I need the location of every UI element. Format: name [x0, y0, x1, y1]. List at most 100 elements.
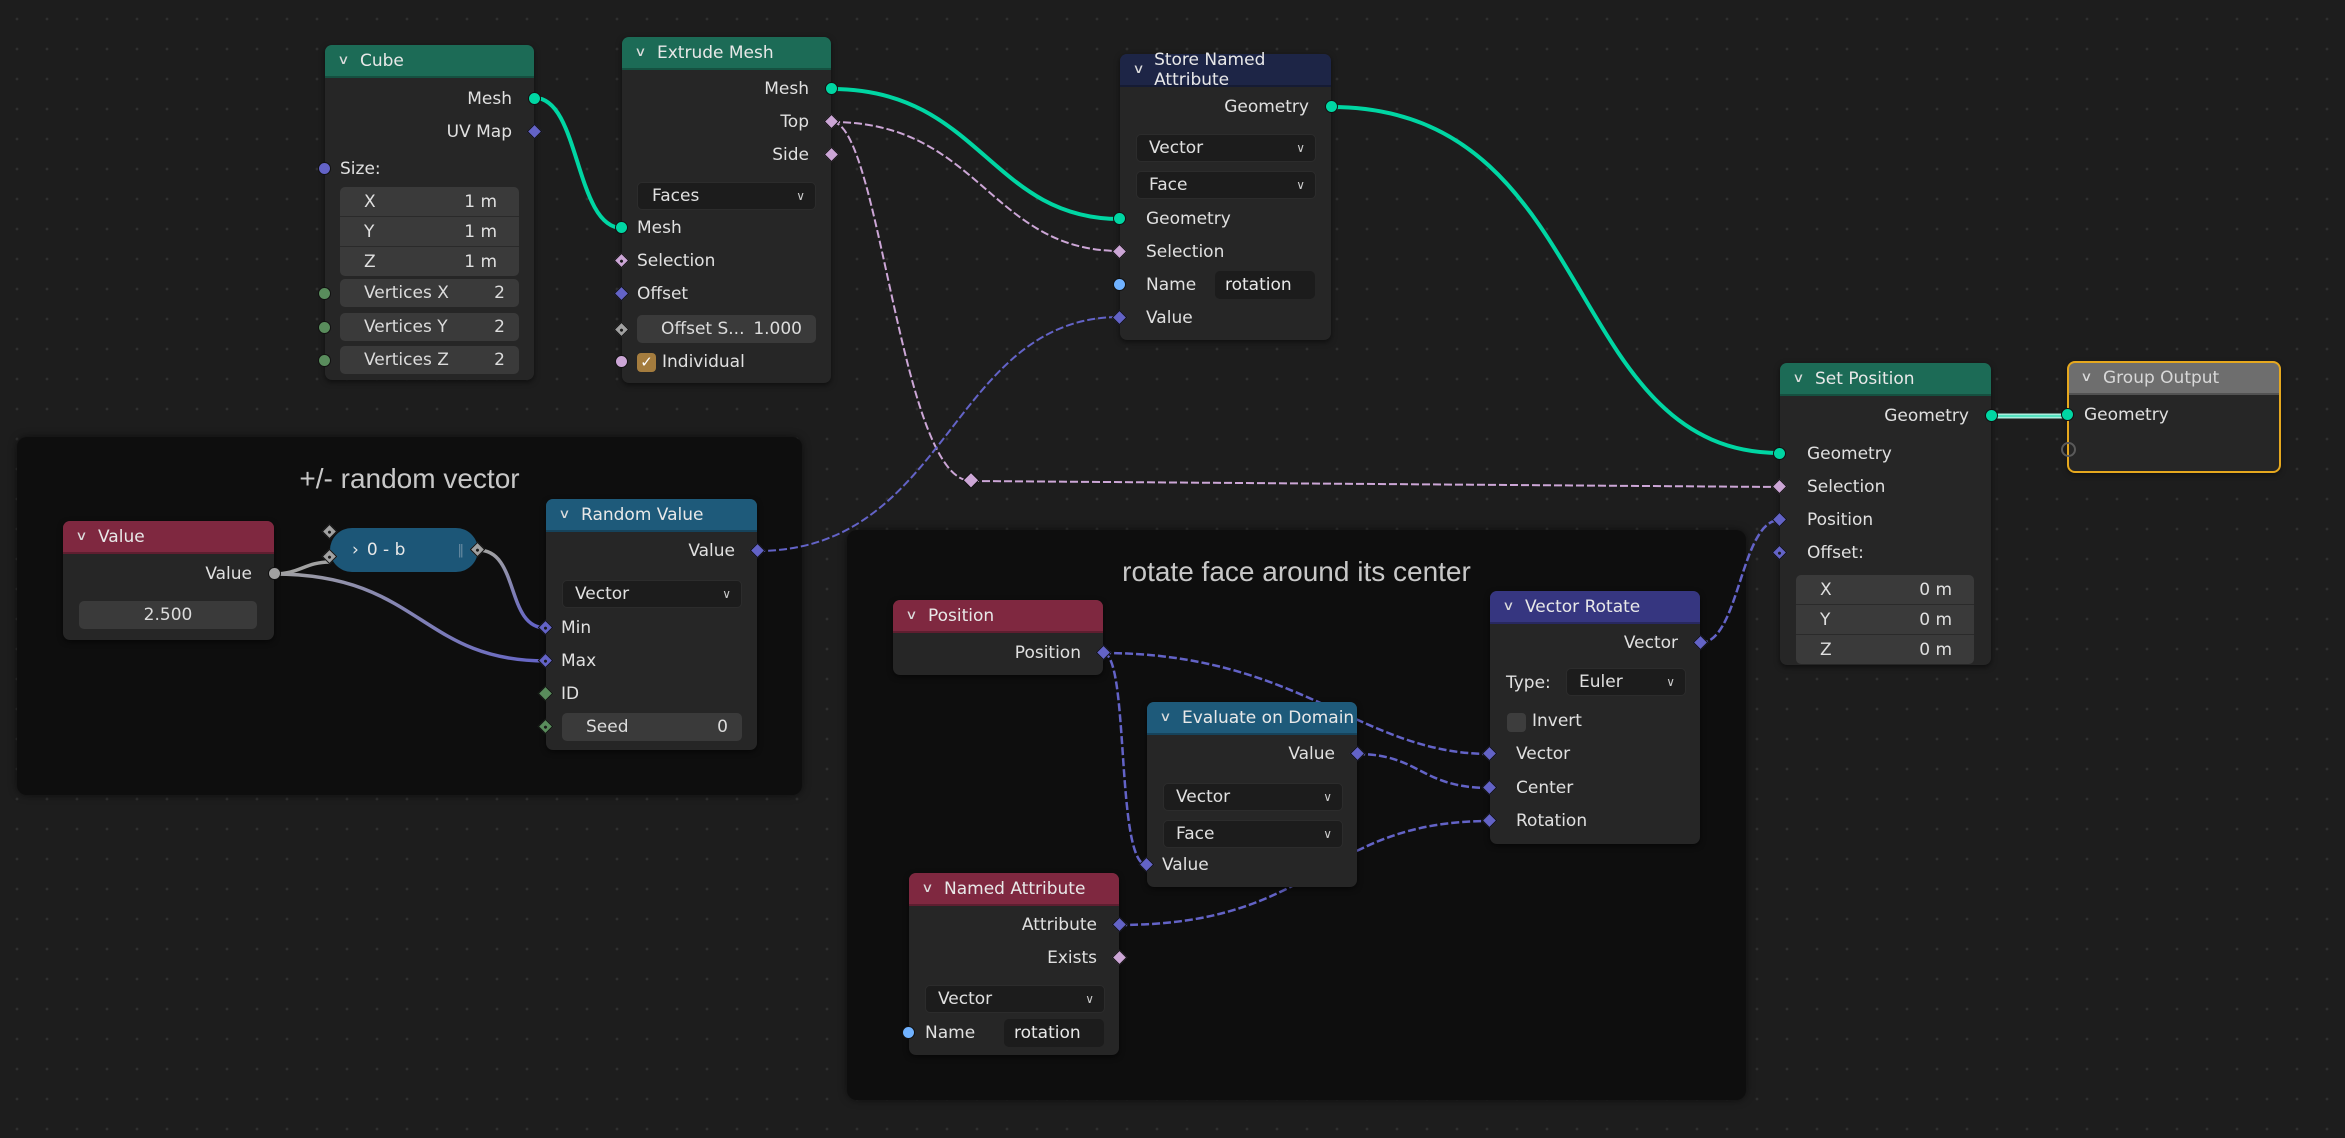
node-header[interactable]: ∨ Vector Rotate: [1490, 591, 1700, 624]
node-position[interactable]: ∨ Position Position: [893, 600, 1112, 675]
empty-socket-icon[interactable]: [2061, 442, 2076, 457]
data-type-dropdown[interactable]: Vector ∨: [1163, 783, 1343, 811]
output-socket-row: Attribute: [909, 911, 1128, 939]
invert-label: Invert: [1532, 711, 1582, 731]
expand-chevron-icon[interactable]: ›: [352, 540, 359, 560]
vector-socket-icon[interactable]: [613, 285, 630, 302]
offset-z-field[interactable]: Z0 m: [1796, 635, 1974, 664]
output-socket-row: Top: [622, 108, 840, 136]
node-value[interactable]: ∨ Value Value 2.500: [63, 521, 281, 640]
node-cube[interactable]: ∨ Cube Mesh UV Map Size: X1 m Y1 m Z1 m …: [318, 45, 543, 380]
seed-field[interactable]: Seed 0: [562, 713, 742, 741]
float-field-socket-icon[interactable]: [613, 321, 630, 338]
geometry-socket-icon[interactable]: [825, 82, 838, 95]
type-dropdown[interactable]: Euler ∨: [1566, 668, 1686, 696]
bool-field-socket-icon[interactable]: [613, 252, 630, 269]
int-socket-icon[interactable]: [318, 321, 331, 334]
socket-label: Exists: [1047, 948, 1097, 968]
string-socket-icon[interactable]: [902, 1026, 915, 1039]
node-header[interactable]: ∨ Value: [63, 521, 274, 554]
bool-socket-icon[interactable]: [823, 146, 840, 163]
node-header[interactable]: ∨ Named Attribute: [909, 873, 1119, 906]
collapse-chevron-icon[interactable]: ∨: [2080, 370, 2096, 385]
vertices-x-field[interactable]: Vertices X2: [340, 279, 519, 307]
node-header[interactable]: ∨ Cube: [325, 45, 534, 78]
name-input[interactable]: rotation: [1004, 1019, 1104, 1047]
bool-socket-icon[interactable]: [615, 355, 628, 368]
node-set-position[interactable]: ∨ Set Position Geometry Geometry Selecti…: [1771, 363, 1998, 665]
mode-dropdown[interactable]: Faces ∨: [637, 182, 816, 210]
offset-x-field[interactable]: X0 m: [1796, 575, 1974, 605]
value-field[interactable]: 2.500: [79, 601, 257, 629]
domain-dropdown[interactable]: Face ∨: [1136, 171, 1316, 199]
invert-checkbox[interactable]: [1507, 713, 1526, 732]
size-vector-field[interactable]: X1 m Y1 m Z1 m: [340, 187, 519, 276]
geometry-socket-icon[interactable]: [1325, 100, 1338, 113]
node-header[interactable]: ∨ Group Output: [2068, 362, 2280, 395]
size-x-field[interactable]: X1 m: [340, 187, 519, 217]
float-socket-icon[interactable]: [268, 567, 281, 580]
geometry-socket-icon[interactable]: [1773, 447, 1786, 460]
output-socket-row: Mesh: [622, 75, 838, 103]
size-y-field[interactable]: Y1 m: [340, 217, 519, 247]
collapse-chevron-icon[interactable]: ∨: [905, 608, 921, 623]
geometry-socket-icon[interactable]: [2061, 408, 2074, 421]
geometry-socket-icon[interactable]: [528, 92, 541, 105]
vector-field-socket-icon[interactable]: [1771, 544, 1788, 561]
int-socket-icon[interactable]: [318, 354, 331, 367]
vertices-y-field[interactable]: Vertices Y2: [340, 313, 519, 341]
individual-checkbox[interactable]: ✓: [637, 353, 656, 372]
node-extrude-mesh[interactable]: ∨ Extrude Mesh Mesh Top Side Faces ∨ Mesh…: [613, 37, 840, 383]
collapse-chevron-icon[interactable]: ∨: [1502, 599, 1518, 614]
string-socket-icon[interactable]: [1113, 278, 1126, 291]
socket-label: Name: [1146, 275, 1197, 295]
name-input[interactable]: rotation: [1215, 271, 1315, 299]
node-evaluate-on-domain[interactable]: ∨ Evaluate on Domain Value Vector ∨ Face ∨…: [1138, 702, 1366, 887]
collapse-chevron-icon[interactable]: ∨: [558, 507, 574, 522]
domain-dropdown[interactable]: Face ∨: [1163, 820, 1343, 848]
collapse-chevron-icon[interactable]: ∨: [1159, 710, 1175, 725]
socket-label: Center: [1516, 778, 1574, 798]
node-vector-rotate[interactable]: ∨ Vector Rotate Vector Type: Euler ∨ Inve…: [1481, 591, 1709, 844]
collapse-chevron-icon[interactable]: ∨: [1792, 371, 1808, 386]
chevron-down-icon: ∨: [796, 189, 805, 203]
node-header[interactable]: ∨ Random Value: [546, 499, 757, 532]
bool-socket-icon[interactable]: [1111, 243, 1128, 260]
data-type-dropdown[interactable]: Vector ∨: [562, 580, 742, 608]
vertices-z-field[interactable]: Vertices Z2: [340, 346, 519, 374]
geometry-socket-icon[interactable]: [615, 221, 628, 234]
node-header[interactable]: ∨ Set Position: [1780, 363, 1991, 396]
offset-y-field[interactable]: Y0 m: [1796, 605, 1974, 635]
node-group-output[interactable]: ∨ Group Output Geometry: [2061, 361, 2281, 473]
collapse-chevron-icon[interactable]: ∨: [75, 529, 91, 544]
node-random-value[interactable]: ∨ Random Value Value Vector ∨ Min Max ID …: [537, 499, 766, 750]
socket-label: Value: [1288, 744, 1335, 764]
bool-socket-icon[interactable]: [1771, 478, 1788, 495]
bool-socket-icon[interactable]: [823, 113, 840, 130]
vector-socket-icon[interactable]: [318, 162, 331, 175]
node-title: Cube: [360, 50, 404, 71]
data-type-dropdown[interactable]: Vector ∨: [1136, 134, 1316, 162]
node-header[interactable]: ∨ Extrude Mesh: [622, 37, 831, 70]
node-math-subtract[interactable]: › 0 - b ‖: [321, 523, 486, 572]
collapse-chevron-icon[interactable]: ∨: [337, 53, 353, 68]
node-header[interactable]: ∨ Evaluate on Domain: [1147, 702, 1357, 735]
node-header[interactable]: ∨ Position: [893, 600, 1103, 633]
int-socket-icon[interactable]: [318, 287, 331, 300]
size-z-field[interactable]: Z1 m: [340, 247, 519, 276]
offset-vector-field[interactable]: X0 m Y0 m Z0 m: [1796, 575, 1974, 664]
vector-socket-icon[interactable]: [526, 123, 543, 140]
node-title: Evaluate on Domain: [1182, 707, 1355, 728]
node-store-named-attribute[interactable]: ∨ Store Named Attribute Geometry Vector ∨…: [1111, 50, 1338, 340]
vector-socket-icon[interactable]: [1111, 309, 1128, 326]
vector-socket-icon[interactable]: [1771, 511, 1788, 528]
geometry-socket-icon[interactable]: [1985, 409, 1998, 422]
collapse-chevron-icon[interactable]: ∨: [921, 881, 937, 896]
collapse-chevron-icon[interactable]: ∨: [634, 45, 650, 60]
offset-scale-field[interactable]: Offset S... 1.000: [637, 315, 816, 343]
node-header[interactable]: ∨ Store Named Attribute: [1120, 50, 1331, 90]
collapse-chevron-icon[interactable]: ∨: [1132, 62, 1146, 77]
geometry-socket-icon[interactable]: [1113, 212, 1126, 225]
data-type-dropdown[interactable]: Vector ∨: [925, 985, 1105, 1013]
node-named-attribute[interactable]: ∨ Named Attribute Attribute Exists Vecto…: [902, 873, 1128, 1055]
